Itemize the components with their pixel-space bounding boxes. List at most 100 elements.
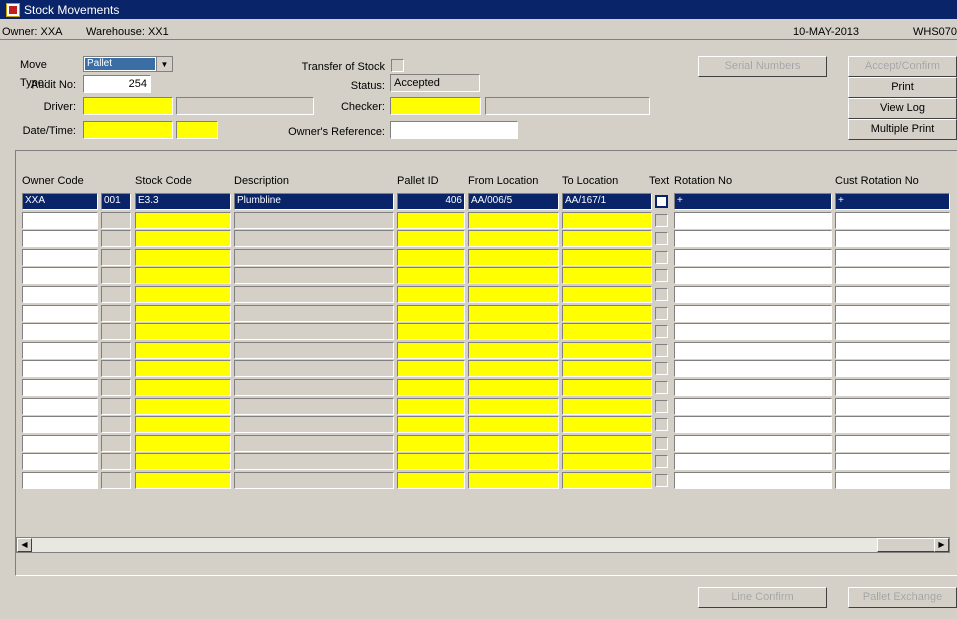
- cell-owner-code[interactable]: [22, 342, 98, 359]
- cell-cust-rotation-no[interactable]: [835, 398, 950, 415]
- cell-pallet-id[interactable]: [397, 472, 465, 489]
- cell-to-location[interactable]: [562, 360, 652, 377]
- cell-description[interactable]: Plumbline: [234, 193, 394, 210]
- text-checkbox[interactable]: [655, 307, 668, 320]
- cell-stock-code[interactable]: [135, 398, 231, 415]
- cell-seq[interactable]: 001: [101, 193, 131, 210]
- cell-rotation-no[interactable]: [674, 416, 832, 433]
- cell-to-location[interactable]: [562, 305, 652, 322]
- cell-from-location[interactable]: [468, 453, 559, 470]
- text-checkbox[interactable]: [655, 232, 668, 245]
- cell-pallet-id[interactable]: [397, 379, 465, 396]
- cell-stock-code[interactable]: [135, 342, 231, 359]
- cell-rotation-no[interactable]: [674, 360, 832, 377]
- cell-description[interactable]: [234, 416, 394, 433]
- cell-seq[interactable]: [101, 342, 131, 359]
- text-checkbox[interactable]: [655, 325, 668, 338]
- cell-rotation-no[interactable]: [674, 305, 832, 322]
- serial-numbers-button[interactable]: Serial Numbers: [698, 56, 827, 77]
- cell-rotation-no[interactable]: [674, 435, 832, 452]
- audit-no-field[interactable]: 254: [83, 75, 151, 93]
- cell-from-location[interactable]: [468, 249, 559, 266]
- cell-description[interactable]: [234, 398, 394, 415]
- cell-description[interactable]: [234, 323, 394, 340]
- multiple-print-button[interactable]: Multiple Print: [848, 119, 957, 140]
- driver-code-field[interactable]: [83, 97, 173, 115]
- owners-reference-field[interactable]: [390, 121, 518, 139]
- cell-seq[interactable]: [101, 323, 131, 340]
- cell-seq[interactable]: [101, 416, 131, 433]
- cell-from-location[interactable]: [468, 305, 559, 322]
- cell-pallet-id[interactable]: [397, 249, 465, 266]
- cell-rotation-no[interactable]: [674, 323, 832, 340]
- cell-description[interactable]: [234, 249, 394, 266]
- cell-cust-rotation-no[interactable]: [835, 379, 950, 396]
- cell-rotation-no[interactable]: [674, 267, 832, 284]
- cell-seq[interactable]: [101, 398, 131, 415]
- cell-pallet-id[interactable]: [397, 398, 465, 415]
- cell-pallet-id[interactable]: [397, 342, 465, 359]
- cell-owner-code[interactable]: [22, 416, 98, 433]
- cell-to-location[interactable]: [562, 230, 652, 247]
- cell-stock-code[interactable]: [135, 230, 231, 247]
- cell-stock-code[interactable]: [135, 286, 231, 303]
- cell-description[interactable]: [234, 453, 394, 470]
- cell-from-location[interactable]: [468, 230, 559, 247]
- cell-cust-rotation-no[interactable]: [835, 212, 950, 229]
- chevron-down-icon[interactable]: ▼: [156, 57, 172, 71]
- cell-stock-code[interactable]: [135, 416, 231, 433]
- cell-pallet-id[interactable]: [397, 286, 465, 303]
- cell-description[interactable]: [234, 379, 394, 396]
- text-checkbox[interactable]: [655, 251, 668, 264]
- cell-from-location[interactable]: [468, 379, 559, 396]
- text-checkbox[interactable]: [655, 195, 668, 208]
- scroll-thumb[interactable]: [877, 538, 935, 552]
- cell-pallet-id[interactable]: [397, 305, 465, 322]
- cell-stock-code[interactable]: [135, 323, 231, 340]
- text-checkbox[interactable]: [655, 381, 668, 394]
- cell-description[interactable]: [234, 342, 394, 359]
- cell-from-location[interactable]: [468, 435, 559, 452]
- cell-owner-code[interactable]: [22, 360, 98, 377]
- cell-stock-code[interactable]: [135, 249, 231, 266]
- cell-seq[interactable]: [101, 230, 131, 247]
- text-checkbox[interactable]: [655, 418, 668, 431]
- text-checkbox[interactable]: [655, 455, 668, 468]
- cell-cust-rotation-no[interactable]: [835, 230, 950, 247]
- cell-cust-rotation-no[interactable]: [835, 267, 950, 284]
- cell-pallet-id[interactable]: 406: [397, 193, 465, 210]
- cell-to-location[interactable]: [562, 416, 652, 433]
- cell-stock-code[interactable]: [135, 305, 231, 322]
- cell-to-location[interactable]: [562, 453, 652, 470]
- cell-from-location[interactable]: [468, 360, 559, 377]
- cell-rotation-no[interactable]: [674, 379, 832, 396]
- view-log-button[interactable]: View Log: [848, 98, 957, 119]
- checker-code-field[interactable]: [390, 97, 481, 115]
- text-checkbox[interactable]: [655, 437, 668, 450]
- cell-to-location[interactable]: [562, 267, 652, 284]
- cell-cust-rotation-no[interactable]: [835, 360, 950, 377]
- cell-rotation-no[interactable]: [674, 472, 832, 489]
- cell-pallet-id[interactable]: [397, 212, 465, 229]
- cell-seq[interactable]: [101, 267, 131, 284]
- cell-seq[interactable]: [101, 379, 131, 396]
- cell-description[interactable]: [234, 230, 394, 247]
- cell-pallet-id[interactable]: [397, 230, 465, 247]
- cell-pallet-id[interactable]: [397, 360, 465, 377]
- cell-description[interactable]: [234, 305, 394, 322]
- cell-cust-rotation-no[interactable]: [835, 435, 950, 452]
- cell-stock-code[interactable]: E3.3: [135, 193, 231, 210]
- cell-seq[interactable]: [101, 472, 131, 489]
- text-checkbox[interactable]: [655, 214, 668, 227]
- line-confirm-button[interactable]: Line Confirm: [698, 587, 827, 608]
- cell-description[interactable]: [234, 212, 394, 229]
- cell-stock-code[interactable]: [135, 267, 231, 284]
- cell-seq[interactable]: [101, 212, 131, 229]
- time-field[interactable]: [176, 121, 218, 139]
- cell-rotation-no[interactable]: [674, 249, 832, 266]
- cell-pallet-id[interactable]: [397, 323, 465, 340]
- accept-confirm-button[interactable]: Accept/Confirm: [848, 56, 957, 77]
- cell-to-location[interactable]: [562, 212, 652, 229]
- cell-cust-rotation-no[interactable]: [835, 416, 950, 433]
- cell-owner-code[interactable]: [22, 305, 98, 322]
